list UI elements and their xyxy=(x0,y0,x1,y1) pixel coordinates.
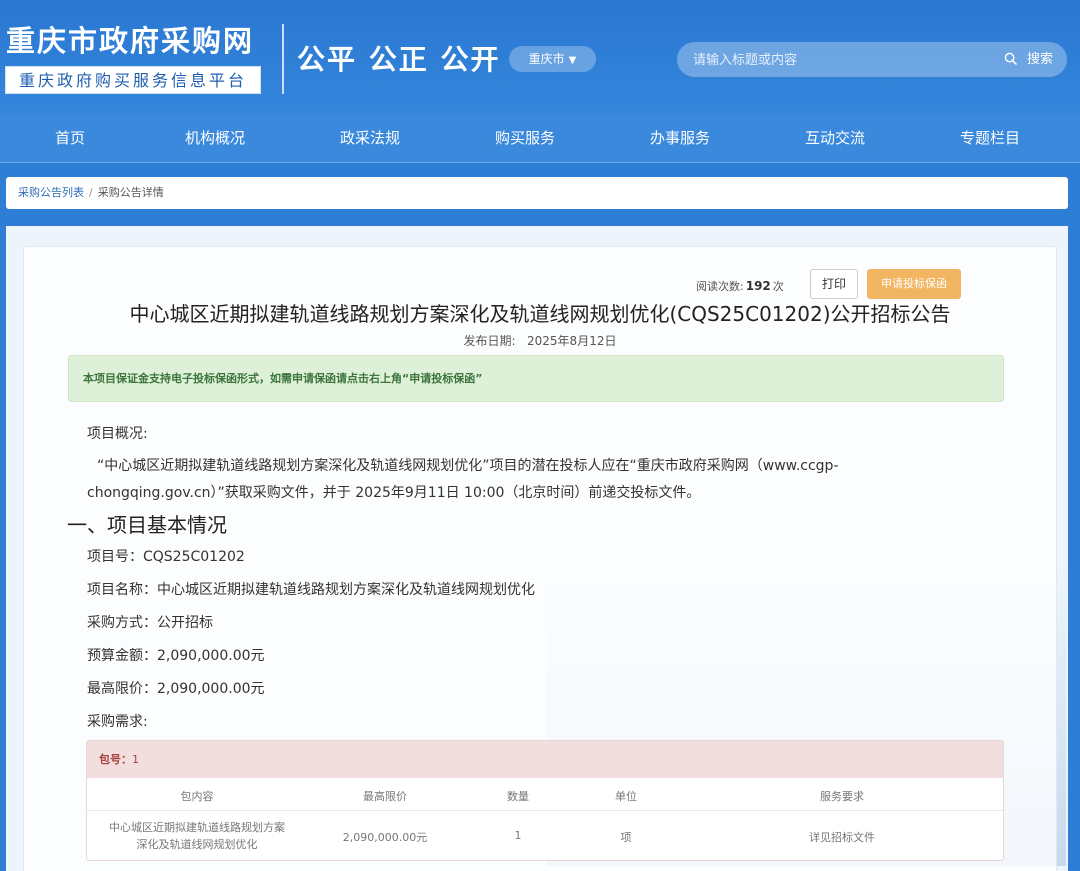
table-cell-max-price: 2,090,000.00元 xyxy=(342,831,428,844)
region-label: 重庆市 xyxy=(528,52,565,66)
search-box: 搜索 xyxy=(677,42,1067,77)
article-card: 阅读次数: 192 次 打印 申请投标保函 中心城区近期拟建轨道线路规划方案深化及轨… xyxy=(23,246,1057,871)
view-count-value: 192 xyxy=(745,279,771,293)
caret-down-icon: ▼ xyxy=(568,55,577,66)
field-value: 2,090,000.00元 xyxy=(157,681,265,697)
field-budget: 预算金额：2,090,000.00元 xyxy=(87,645,265,665)
field-label: 项目号： xyxy=(87,549,143,565)
site-header: 重庆市政府采购网 重庆政府购买服务信息平台 公平 公正 公开 重庆市▼ 搜索 xyxy=(0,0,1080,115)
package-header: 包号：1 xyxy=(87,741,1003,778)
package-label: 包号： xyxy=(99,753,132,766)
field-project-name: 项目名称：中心城区近期拟建轨道线路规划方案深化及轨道线网规划优化 xyxy=(87,579,535,599)
table-cell-quantity: 1 xyxy=(514,829,522,842)
breadcrumb-link-list[interactable]: 采购公告列表 xyxy=(18,186,84,199)
column-header-content: 包内容 xyxy=(180,790,214,803)
breadcrumb-separator: / xyxy=(89,186,93,199)
view-count-label: 阅读次数: xyxy=(696,280,744,293)
table-cell-unit: 项 xyxy=(620,831,632,844)
nav-item-institution[interactable]: 机构概况 xyxy=(185,115,245,162)
package-table: 包号：1 包内容 最高限价 数量 单位 服务要求 中心城区近期拟建轨道线路规划方… xyxy=(86,740,1004,861)
search-button[interactable]: 搜索 xyxy=(1004,42,1053,77)
field-value: 2,090,000.00元 xyxy=(157,648,265,664)
requirements-label: 采购需求: xyxy=(87,714,148,730)
breadcrumb: 采购公告列表 / 采购公告详情 xyxy=(6,177,1068,209)
slogan: 公平 公正 公开 xyxy=(297,43,501,76)
header-divider xyxy=(282,24,284,94)
site-title[interactable]: 重庆市政府采购网 xyxy=(6,18,254,60)
search-button-label: 搜索 xyxy=(1026,52,1053,67)
field-value: CQS25C01202 xyxy=(143,549,245,565)
print-button[interactable]: 打印 xyxy=(810,269,858,299)
view-count: 阅读次数: 192 次 xyxy=(696,278,784,294)
publish-date-label: 发布日期: xyxy=(463,334,516,348)
article-title: 中心城区近期拟建轨道线路规划方案深化及轨道线网规划优化(CQS25C01202)… xyxy=(129,302,951,326)
content-area: 阅读次数: 192 次 打印 申请投标保函 中心城区近期拟建轨道线路规划方案深化及轨… xyxy=(6,226,1068,871)
nav-item-interaction[interactable]: 互动交流 xyxy=(805,115,865,162)
overview-label: 项目概况: xyxy=(87,426,148,442)
field-label: 项目名称： xyxy=(87,582,157,598)
nav-item-purchase-service[interactable]: 购买服务 xyxy=(495,115,555,162)
package-number: 1 xyxy=(132,753,139,766)
nav-item-home[interactable]: 首页 xyxy=(55,115,85,162)
field-value: 公开招标 xyxy=(157,615,213,631)
nav-item-affairs[interactable]: 办事服务 xyxy=(650,115,710,162)
apply-guarantee-button[interactable]: 申请投标保函 xyxy=(867,269,961,299)
column-header-quantity: 数量 xyxy=(507,790,529,803)
column-header-max-price: 最高限价 xyxy=(363,790,407,803)
section-heading: 一、项目基本情况 xyxy=(67,513,227,537)
column-header-service: 服务要求 xyxy=(820,790,864,803)
main-nav: 首页 机构概况 政采法规 购买服务 办事服务 互动交流 专题栏目 xyxy=(0,115,1080,163)
field-label: 预算金额： xyxy=(87,648,157,664)
publish-date: 发布日期: 2025年8月12日 xyxy=(24,332,1056,349)
table-row-divider xyxy=(87,810,1003,811)
field-max-price: 最高限价：2,090,000.00元 xyxy=(87,678,265,698)
region-select[interactable]: 重庆市 ▼ xyxy=(509,46,596,72)
field-procurement-method: 采购方式：公开招标 xyxy=(87,612,213,632)
field-value: 中心城区近期拟建轨道线路规划方案深化及轨道线网规划优化 xyxy=(157,582,535,598)
table-cell-service: 详见招标文件 xyxy=(809,831,875,844)
search-icon xyxy=(1004,52,1017,65)
search-input[interactable] xyxy=(691,46,965,75)
breadcrumb-current: 采购公告详情 xyxy=(97,186,164,199)
guarantee-notice: 本项目保证金支持电子投标保函形式，如需申请保函请点击右上角“申请投标保函” xyxy=(68,355,1004,402)
nav-item-regulations[interactable]: 政采法规 xyxy=(340,115,400,162)
field-label: 采购方式： xyxy=(87,615,157,631)
nav-item-topics[interactable]: 专题栏目 xyxy=(960,115,1020,162)
field-project-number: 项目号：CQS25C01202 xyxy=(87,546,245,566)
view-count-unit: 次 xyxy=(772,280,784,293)
content-line-1: 中心城区近期拟建轨道线路规划方案 xyxy=(109,821,285,834)
site-subtitle[interactable]: 重庆政府购买服务信息平台 xyxy=(5,66,261,94)
content-line-2: 深化及轨道线网规划优化 xyxy=(136,838,258,851)
publish-date-value: 2025年8月12日 xyxy=(527,334,617,348)
field-label: 最高限价： xyxy=(87,681,157,697)
column-header-unit: 单位 xyxy=(615,790,637,803)
overview-text: “中心城区近期拟建轨道线路规划方案深化及轨道线网规划优化”项目的潜在投标人应在“… xyxy=(87,458,839,501)
table-cell-content: 中心城区近期拟建轨道线路规划方案 深化及轨道线网规划优化 xyxy=(109,819,285,853)
